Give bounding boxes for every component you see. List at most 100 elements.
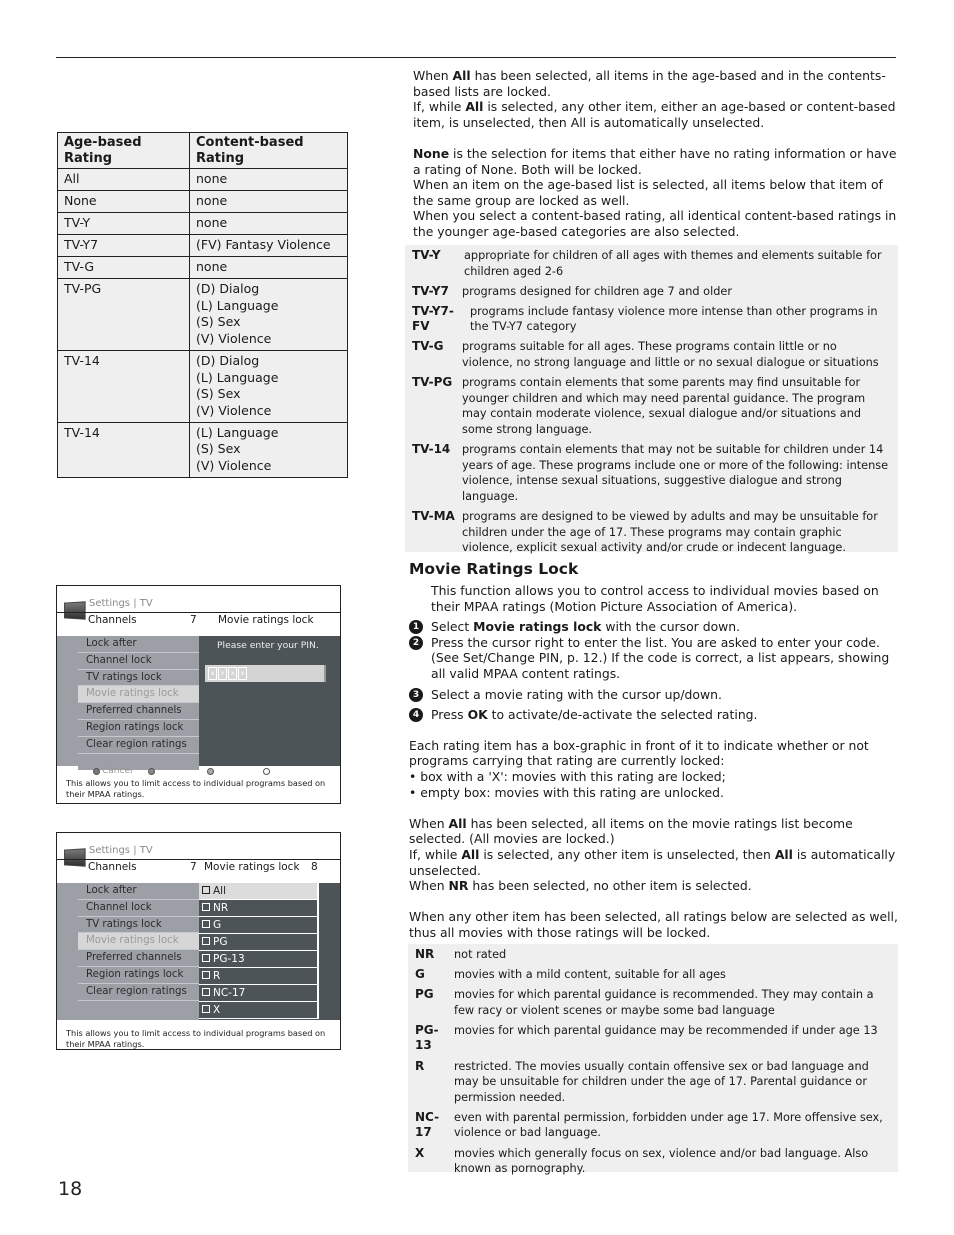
age-rating-cell: TV-Y7 xyxy=(57,234,190,257)
rating-option[interactable]: PG-13 xyxy=(199,951,319,968)
checkbox-icon[interactable] xyxy=(202,971,210,979)
menu-item[interactable]: Channel lock xyxy=(78,899,199,917)
paragraph: When you select a content-based rating, … xyxy=(413,208,897,239)
content-rating-item: (L) Language xyxy=(196,424,279,440)
rating-option[interactable]: PG xyxy=(199,934,319,951)
menu-item[interactable]: Region ratings lock xyxy=(78,719,199,737)
content-rating-item: none xyxy=(196,193,228,208)
checkbox-icon[interactable] xyxy=(202,886,210,894)
menu-item[interactable]: TV ratings lock xyxy=(78,669,199,687)
content-rating-cell: (L) Language (S) Sex (V) Violence xyxy=(189,421,348,478)
content-rating-item: (S) Sex xyxy=(196,314,241,330)
section-title: Movie Ratings Lock xyxy=(409,560,579,578)
definition-text: not rated xyxy=(454,948,507,961)
definition-text: programs are designed to be viewed by ad… xyxy=(462,509,878,555)
page-number: 18 xyxy=(58,1178,83,1200)
step-number-icon: 3 xyxy=(409,687,423,702)
step-item: 2 Press the cursor right to enter the lis… xyxy=(409,635,899,682)
age-rating-cell: TV-G xyxy=(57,256,190,279)
menu-item[interactable]: Movie ratings lock xyxy=(78,933,199,951)
paragraph: When All has been selected, all items on… xyxy=(409,815,853,847)
menu-item[interactable]: Clear region ratings xyxy=(78,736,199,754)
rating-option-label: G xyxy=(213,919,222,931)
pin-input[interactable]: x x x x xyxy=(205,665,326,682)
sub-channels: Channels xyxy=(88,861,137,873)
content-rating-item: (V) Violence xyxy=(196,402,272,418)
menu-item[interactable]: Channel lock xyxy=(78,652,199,670)
checkbox-icon[interactable] xyxy=(202,988,210,996)
definition-row: NR not rated xyxy=(415,947,890,963)
sub-number: 7 xyxy=(190,861,197,873)
content-rating-item: (D) Dialog xyxy=(196,352,260,368)
checkbox-icon[interactable] xyxy=(202,1005,210,1013)
menu-item[interactable]: Preferred channels xyxy=(78,703,199,720)
definition-term: TV-G xyxy=(412,339,444,354)
definition-text: movies which generally focus on sex, vio… xyxy=(454,1146,869,1176)
rating-option[interactable]: G xyxy=(199,917,319,934)
checkbox-icon[interactable] xyxy=(202,954,210,962)
menu-item[interactable]: Movie ratings lock xyxy=(78,686,199,704)
settings-menu: Lock after Channel lock TV ratings lock Mov… xyxy=(78,883,199,1018)
age-rating-cell: TV-14 xyxy=(57,421,190,478)
content-rating-item: (L) Language xyxy=(196,297,279,313)
rating-option-label: PG xyxy=(213,936,228,948)
table-row: TV-14 (D) Dialog (L) Language (S) Sex (V) Vi… xyxy=(57,349,348,423)
menu-item[interactable]: Lock after xyxy=(78,883,199,900)
rating-option[interactable]: All xyxy=(199,883,319,900)
definition-term: TV-14 xyxy=(412,442,451,457)
movie-ratings-list: All NR G PG PG-13 R NC-17 X xyxy=(199,883,319,1019)
menu-item[interactable]: Clear region ratings xyxy=(78,983,199,1001)
checkbox-icon[interactable] xyxy=(202,903,210,911)
checkbox-icon[interactable] xyxy=(202,920,210,928)
rating-option-label: NC-17 xyxy=(213,987,246,999)
definition-term: TV-MA xyxy=(412,508,455,523)
content-rating-item: (FV) Fantasy Violence xyxy=(196,237,331,252)
red-key-icon xyxy=(93,768,100,775)
content-rating-item: (S) Sex xyxy=(196,441,241,457)
table-header-age: Age-based Rating xyxy=(57,132,190,169)
content-rating-item: (V) Violence xyxy=(196,331,272,347)
table-row: TV-Y7 (FV) Fantasy Violence xyxy=(57,234,348,257)
paragraph: If, while All is selected, any other ite… xyxy=(409,846,896,878)
rating-option-label: All xyxy=(213,885,227,897)
menu-item[interactable]: Lock after xyxy=(78,636,199,653)
definition-term: TV-Y xyxy=(412,248,441,262)
bullet: • box with a 'X': movies with this ratin… xyxy=(409,768,726,784)
top-rule xyxy=(56,57,896,58)
rating-option[interactable]: NC-17 xyxy=(199,985,319,1002)
bullet: • empty box: movies with this rating are… xyxy=(409,784,724,800)
menu-item[interactable]: Preferred channels xyxy=(78,950,199,967)
definition-row: TV-14 programs contain elements that may … xyxy=(412,442,890,504)
step-text: Select Movie ratings lock with the curso… xyxy=(431,619,741,635)
menu-item[interactable] xyxy=(78,1000,199,1018)
table-row: TV-PG (D) Dialog (L) Language (S) Sex (V) Vi… xyxy=(57,278,348,351)
settings-menu: Lock after Channel lock TV ratings lock Mov… xyxy=(78,636,199,771)
rating-option[interactable]: R xyxy=(199,968,319,985)
menu-item[interactable]: Region ratings lock xyxy=(78,966,199,984)
step-text: Select a movie rating with the cursor up… xyxy=(431,686,722,702)
pin-cell: x xyxy=(238,667,247,680)
rating-option[interactable]: X xyxy=(199,1002,319,1019)
definition-row: NC-17 even with parental permission, forb… xyxy=(415,1110,890,1141)
menu-help-text: This allows you to limit access to indiv… xyxy=(66,1028,326,1049)
content-rating-cell: (D) Dialog (L) Language (S) Sex (V) Violenc… xyxy=(189,278,348,351)
age-rating-cell: None xyxy=(57,190,190,213)
table-row: TV-Y none xyxy=(57,212,348,235)
cancel-button[interactable]: Cancel xyxy=(102,766,133,776)
rating-option[interactable]: NR xyxy=(199,900,319,917)
content-rating-item: none xyxy=(196,171,228,186)
age-rating-cell: TV-PG xyxy=(57,278,190,351)
step-item: 3 Select a movie rating with the cursor u… xyxy=(409,687,899,703)
menu-item[interactable]: TV ratings lock xyxy=(78,916,199,934)
definition-text: programs suitable for all ages. These pr… xyxy=(462,340,879,370)
rating-option-label: NR xyxy=(213,902,229,914)
content-rating-item: (S) Sex xyxy=(196,386,241,402)
checkbox-icon[interactable] xyxy=(202,937,210,945)
definition-row: TV-Y7 programs designed for children age … xyxy=(412,284,890,300)
definition-row: Xmovies which generally focus on sex, vi… xyxy=(415,1146,890,1177)
definition-text: movies with a mild content, suitable for… xyxy=(454,968,726,982)
content-rating-cell: none xyxy=(189,256,348,279)
step-number-icon: 4 xyxy=(409,708,423,723)
definition-row: PG movies for which parental guidance is … xyxy=(415,987,890,1018)
content-rating-cell: none xyxy=(189,212,348,235)
